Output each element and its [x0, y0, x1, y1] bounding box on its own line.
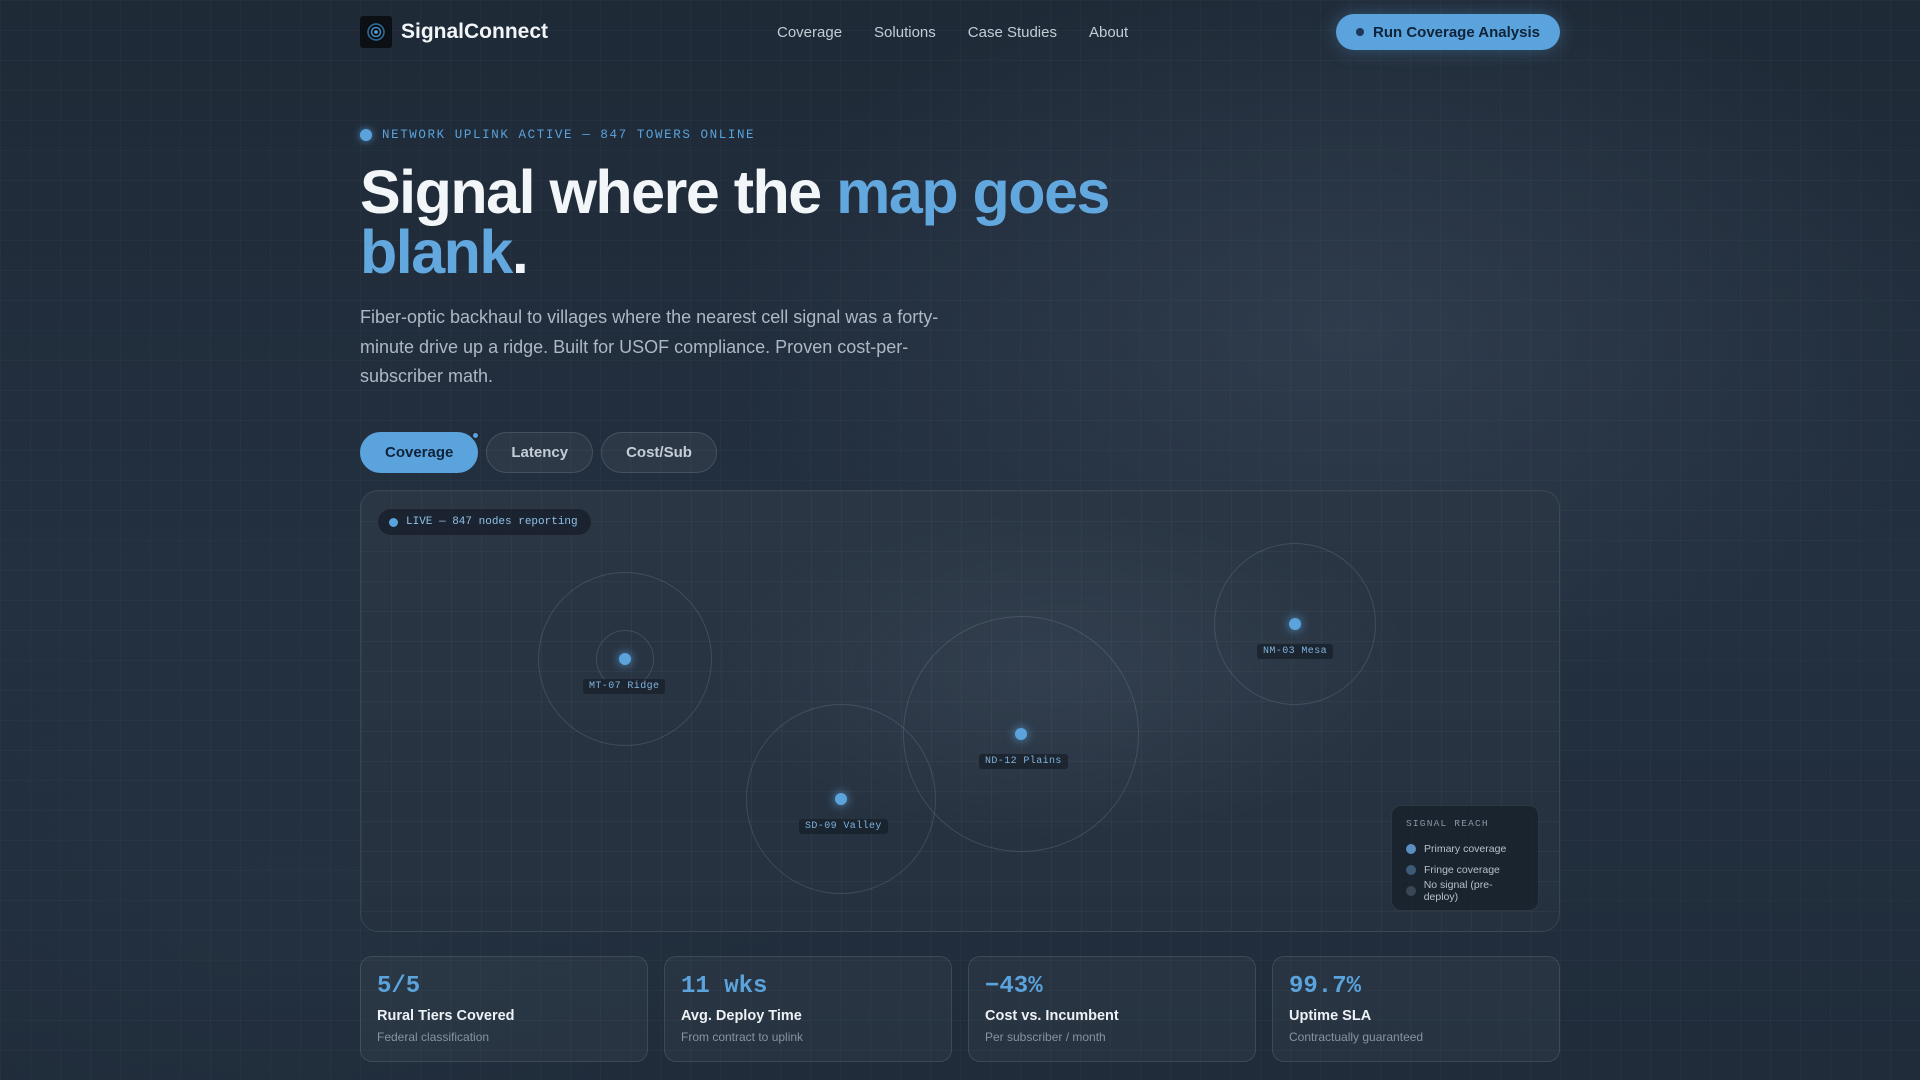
tab-coverage[interactable]: Coverage	[360, 431, 481, 473]
stats-row: 5/5 Rural Tiers Covered Federal classifi…	[360, 956, 1560, 1062]
tower-node-nm03[interactable]	[1289, 618, 1301, 630]
stat-subtext: Per subscriber / month	[985, 1030, 1106, 1044]
tab-label: Cost/Sub	[626, 444, 692, 461]
brand-logo[interactable]: SignalConnect	[360, 16, 548, 48]
tab-cost-sub[interactable]: Cost/Sub	[601, 432, 717, 473]
signal-logo-icon	[360, 16, 392, 48]
tab-label: Coverage	[385, 444, 454, 461]
page-title: Signal where the map goes blank.	[360, 162, 1260, 283]
legend-title: SIGNAL REACH	[1406, 818, 1489, 829]
headline-part1: Signal where the	[360, 158, 837, 226]
hero-subtitle: Fiber-optic backhaul to villages where t…	[360, 307, 939, 386]
nav-links: Coverage Solutions Case Studies About	[777, 24, 1128, 41]
metric-tabs: Coverage Latency Cost/Sub	[360, 431, 717, 473]
stat-card-uptime: 99.7% Uptime SLA Contractually guarantee…	[1272, 956, 1560, 1062]
top-nav: SignalConnect Coverage Solutions Case St…	[360, 14, 1560, 50]
active-indicator-icon	[471, 431, 481, 440]
legend-swatch-icon	[1406, 843, 1416, 854]
tower-node-nd12[interactable]	[1015, 728, 1027, 740]
tab-label: Latency	[511, 444, 569, 461]
nav-link-about[interactable]: About	[1089, 24, 1128, 41]
stat-subtext: Contractually guaranteed	[1289, 1030, 1424, 1044]
node-label-nd12: ND-12 Plains	[979, 754, 1068, 769]
node-label-sd09: SD-09 Valley	[799, 819, 888, 834]
legend-item-primary: Primary coverage	[1406, 838, 1524, 859]
live-status-text: LIVE — 847 nodes reporting	[406, 516, 578, 528]
stat-label: Cost vs. Incumbent	[985, 1008, 1119, 1024]
legend-label: Primary coverage	[1424, 842, 1507, 855]
nav-link-case-studies[interactable]: Case Studies	[968, 24, 1057, 41]
legend-item-no-signal: No signal (pre-deploy)	[1406, 878, 1524, 903]
headline-end: .	[511, 218, 529, 286]
legend-item-fringe: Fringe coverage	[1406, 859, 1524, 880]
node-label-nm03: NM-03 Mesa	[1257, 644, 1334, 659]
run-coverage-analysis-button[interactable]: Run Coverage Analysis	[1336, 14, 1560, 50]
tower-node-sd09[interactable]	[835, 793, 847, 805]
legend-swatch-icon	[1406, 885, 1416, 896]
legend-label: Fringe coverage	[1424, 863, 1500, 876]
status-dot-icon	[360, 129, 372, 141]
legend-label: No signal (pre-deploy)	[1423, 878, 1493, 903]
live-dot-icon	[389, 517, 398, 527]
live-status-badge: LIVE — 847 nodes reporting	[377, 508, 592, 536]
nav-link-coverage[interactable]: Coverage	[777, 24, 842, 41]
nav-link-solutions[interactable]: Solutions	[874, 24, 936, 41]
tab-latency[interactable]: Latency	[486, 432, 594, 473]
stat-value: 11 wks	[681, 973, 768, 1000]
stat-label: Rural Tiers Covered	[377, 1008, 515, 1024]
legend-swatch-icon	[1406, 864, 1416, 875]
stat-value: −43%	[985, 973, 1043, 1000]
stat-subtext: From contract to uplink	[681, 1030, 804, 1044]
stat-card-rural-tiers: 5/5 Rural Tiers Covered Federal classifi…	[360, 956, 648, 1062]
node-label-mt07: MT-07 Ridge	[583, 679, 666, 694]
signal-legend: SIGNAL REACH Primary coverage Fringe cov…	[1391, 805, 1539, 911]
brand-name: SignalConnect	[401, 20, 549, 43]
stat-value: 99.7%	[1289, 973, 1362, 1000]
coverage-map[interactable]: LIVE — 847 nodes reporting MT-07 Ridge S…	[360, 490, 1560, 932]
tower-node-mt07[interactable]	[619, 653, 631, 665]
stat-card-deploy-time: 11 wks Avg. Deploy Time From contract to…	[664, 956, 952, 1062]
stat-label: Uptime SLA	[1289, 1008, 1372, 1024]
stat-subtext: Federal classification	[377, 1030, 490, 1044]
status-text: NETWORK UPLINK ACTIVE — 847 TOWERS ONLIN…	[382, 128, 756, 142]
stat-card-cost: −43% Cost vs. Incumbent Per subscriber /…	[968, 956, 1256, 1062]
stat-value: 5/5	[377, 973, 421, 1000]
cta-label: Run Coverage Analysis	[1373, 23, 1540, 41]
stat-label: Avg. Deploy Time	[681, 1008, 802, 1024]
network-status: NETWORK UPLINK ACTIVE — 847 TOWERS ONLIN…	[360, 128, 755, 142]
cta-dot-icon	[1356, 28, 1364, 36]
